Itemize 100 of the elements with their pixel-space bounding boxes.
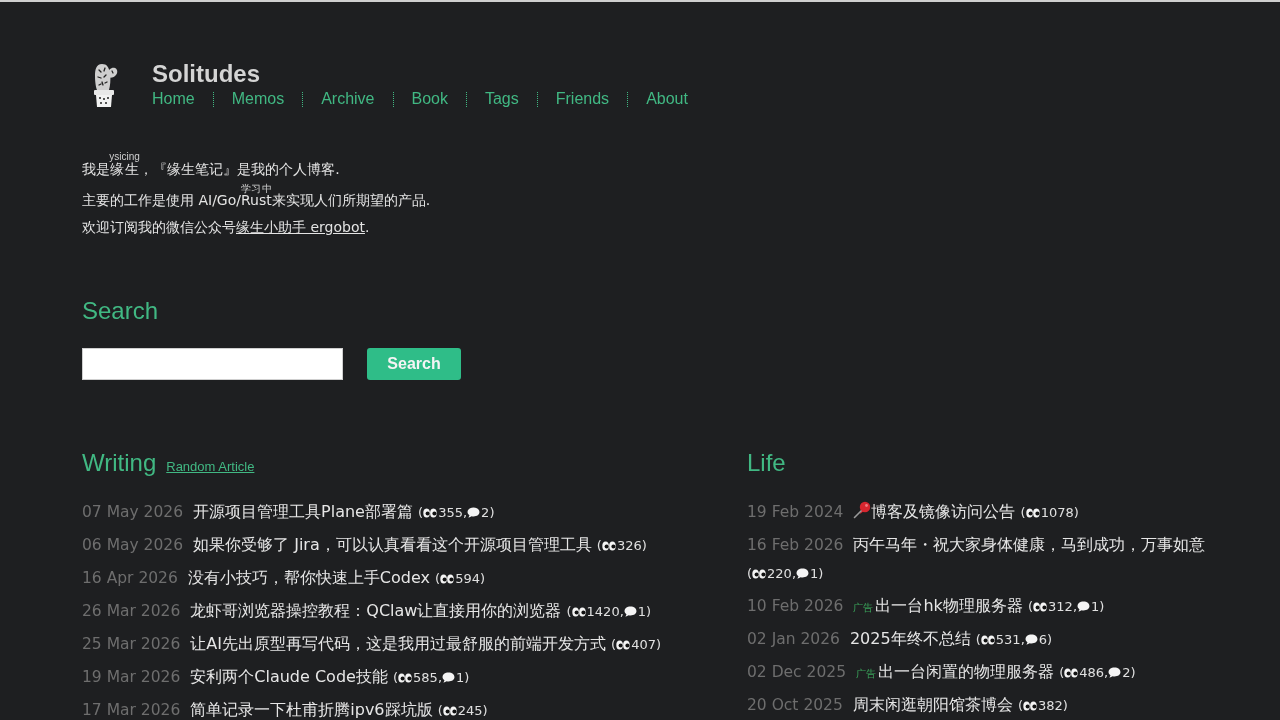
eyes-icon <box>752 568 767 579</box>
post-link[interactable]: 安利两个Claude Code技能 <box>190 666 388 686</box>
view-count: 312 <box>1048 598 1073 614</box>
nav-link[interactable]: Tags <box>484 88 519 110</box>
post-link[interactable]: 丙午马年・祝大家身体健康，马到成功，万事如意 <box>853 534 1206 554</box>
eyes-icon <box>571 606 586 617</box>
open-paren: ( <box>393 669 399 685</box>
cactus-icon <box>93 62 118 108</box>
open-paren: ( <box>437 702 443 718</box>
close-paren: ) <box>489 504 495 520</box>
post-date: 02 Jan 2026 <box>747 629 840 648</box>
eyes-icon <box>616 639 631 650</box>
open-paren: ( <box>1017 697 1023 713</box>
post-date: 19 Feb 2024 <box>747 502 844 521</box>
eyes-icon <box>1023 700 1037 711</box>
comment-count: 1 <box>1091 598 1100 614</box>
post-date: 07 May 2026 <box>82 502 184 521</box>
intro-text: 主要的工作是使用 AI/Go/Rust 学习中 来实现人们所期望的产品. <box>82 183 431 210</box>
open-paren: ( <box>1020 504 1026 520</box>
post-link[interactable]: 开源项目管理工具Plane部署篇 <box>193 501 413 521</box>
post-date: 20 Oct 2025 <box>747 695 843 714</box>
post-link[interactable]: 出一台hk物理服务器 <box>875 595 1023 615</box>
speech-bubble-icon <box>1024 633 1038 645</box>
view-count: 1420 <box>586 603 620 619</box>
close-paren: ) <box>641 537 647 553</box>
view-count: 407 <box>631 636 656 652</box>
wechat-account-link[interactable]: 缘生小助手 ergobot <box>236 219 365 235</box>
open-paren: ( <box>418 504 424 520</box>
close-paren: ) <box>482 702 488 718</box>
view-count: 220 <box>767 565 792 581</box>
nav-link[interactable]: Friends <box>555 88 610 110</box>
nav-link[interactable]: Memos <box>231 88 285 110</box>
close-paren: ) <box>1047 631 1053 647</box>
eyes-icon <box>1033 601 1048 612</box>
close-paren: ) <box>480 570 486 586</box>
post-date: 02 Dec 2025 <box>747 662 847 681</box>
intro-text: 欢迎订阅我的微信公众号缘生小助手 ergobot. <box>82 218 370 237</box>
post-date: 16 Apr 2026 <box>82 568 178 587</box>
ad-label: 广告 <box>853 601 874 613</box>
post-link[interactable]: 没有小技巧，帮你快速上手Codex <box>187 567 430 587</box>
eyes-icon <box>1064 667 1079 678</box>
eyes-icon <box>423 507 438 518</box>
site-title[interactable]: Solitudes <box>152 60 260 88</box>
view-count: 326 <box>616 537 642 553</box>
speech-bubble-icon <box>623 605 637 617</box>
close-paren: ) <box>1062 697 1068 713</box>
post-date: 26 Mar 2026 <box>82 601 181 620</box>
section-heading: Writing <box>82 447 157 478</box>
speech-bubble-icon <box>796 567 810 579</box>
post-date: 16 Feb 2026 <box>747 535 844 554</box>
stats-separator: , <box>1104 664 1109 680</box>
view-count: 1078 <box>1040 504 1074 520</box>
post-link[interactable]: 2025年终不总结 <box>849 628 971 648</box>
search-field[interactable] <box>82 347 343 380</box>
speech-bubble-icon <box>1077 600 1090 612</box>
open-paren: ( <box>435 570 441 586</box>
open-paren: ( <box>1027 598 1034 614</box>
view-count: 382 <box>1038 697 1063 713</box>
eyes-icon <box>601 540 616 551</box>
stats-separator: , <box>437 669 443 685</box>
close-paren: ) <box>464 669 470 685</box>
post-link[interactable]: 龙虾哥浏览器操控教程：QClaw让直接用你的浏览器 <box>190 600 562 620</box>
stats-separator: , <box>462 504 468 520</box>
nav-link[interactable]: Archive <box>321 88 375 110</box>
post-link[interactable]: 简单记录一下杜甫折腾ipv6踩坑版 <box>190 699 433 719</box>
post-date: 17 Mar 2026 <box>82 700 181 719</box>
speech-bubble-icon <box>467 506 481 518</box>
close-paren: ) <box>1130 664 1136 680</box>
post-date: 19 Mar 2026 <box>82 667 181 686</box>
open-paren: ( <box>1059 664 1065 680</box>
ad-label: 广告 <box>856 667 877 679</box>
close-paren: ) <box>818 565 824 581</box>
comment-count: 1 <box>810 565 819 581</box>
nav-link[interactable]: About <box>646 88 688 110</box>
nav-link[interactable]: Home <box>152 88 195 110</box>
stats-separator: , <box>791 565 797 581</box>
comment-count: 2 <box>1122 664 1131 680</box>
close-paren: ) <box>655 636 662 652</box>
stats-separator: , <box>1020 631 1025 647</box>
view-count: 486 <box>1079 664 1105 680</box>
open-paren: ( <box>596 537 602 553</box>
speech-bubble-icon <box>1108 666 1122 678</box>
nav-link[interactable]: Book <box>411 88 448 110</box>
post-link[interactable]: 出一台闲置的物理服务器 <box>878 661 1055 681</box>
view-count: 245 <box>457 702 483 718</box>
eyes-icon <box>442 705 457 716</box>
post-date: 06 May 2026 <box>82 535 184 554</box>
post-link[interactable]: 如果你受够了 Jira，可以认真看看这个开源项目管理工具 <box>193 534 592 554</box>
eyes-icon <box>398 672 413 683</box>
post-link[interactable]: 博客及镜像访问公告 <box>871 501 1016 521</box>
eyes-icon <box>1025 507 1040 518</box>
post-link[interactable]: 周末闲逛朝阳馆茶博会 <box>852 694 1013 714</box>
section-heading: Search <box>82 295 159 326</box>
view-count: 594 <box>455 570 480 586</box>
random-article-link[interactable]: Random Article <box>166 458 255 474</box>
stats-separator: , <box>619 603 624 619</box>
view-count: 355 <box>438 504 463 520</box>
close-paren: ) <box>1073 504 1079 520</box>
comment-count: 1 <box>456 669 465 685</box>
post-link[interactable]: 让AI先出原型再写代码，这是我用过最舒服的前端开发方式 <box>190 633 606 653</box>
